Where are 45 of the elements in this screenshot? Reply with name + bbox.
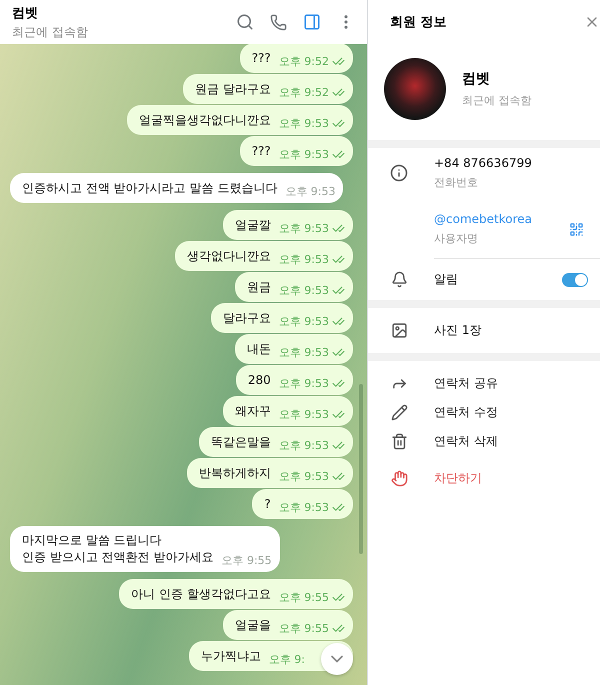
profile-status: 최근에 접속함 [462,93,532,108]
phone-label: 전화번호 [434,175,479,190]
outgoing-message: 반복하게하지 오후 9:53 [186,458,353,488]
action-item[interactable]: 연락처 공유 [434,375,498,392]
info-icon [390,164,408,182]
search-icon[interactable] [236,13,254,31]
outgoing-message: 얼굴을 오후 9:55 [222,610,353,640]
profile-name: 컴벳 [462,70,491,88]
chat-status: 최근에 접속함 [12,24,89,40]
action-item[interactable]: 연락처 수정 [434,404,498,421]
incoming-message: 인증하시고 전액 받아가시라고 말씀 드렸습니다 오후 9:53 [10,173,344,203]
outgoing-message: 내돈 오후 9:53 [234,334,353,364]
bell-icon [390,271,408,288]
outgoing-message: 280 오후 9:53 [236,365,353,395]
scroll-down-button[interactable] [321,643,353,675]
action-item[interactable]: 연락처 삭제 [434,433,498,450]
notifications-toggle[interactable] [562,272,588,286]
pencil-icon [390,404,408,421]
username-label: 사용자명 [434,231,479,246]
outgoing-message: 얼굴깔 오후 9:53 [222,210,353,240]
outgoing-message: ??? 오후 9:53 [240,136,353,166]
incoming-message: 마지막으로 말씀 드립니다 인증 받으시고 전액환전 받아가세요 오후 9:55 [10,526,280,572]
outgoing-message: 아니 인증 할생각없다고요 오후 9:55 [119,579,353,609]
outgoing-message: 원금 오후 9:53 [234,272,353,302]
qr-code-icon[interactable] [569,222,584,236]
phone-number: +84 876636799 [434,156,533,170]
side-panel-icon[interactable] [303,13,321,31]
chat-title: 컴벳 [12,4,39,22]
outgoing-message: 달라구요 오후 9:53 [210,303,353,333]
panel-title: 회원 정보 [390,14,447,31]
hand-icon [390,470,408,487]
outgoing-message: 얼굴찍을생각없다니깐요 오후 9:53 [126,105,353,135]
phone-icon[interactable] [270,14,287,30]
action-item[interactable]: 차단하기 [434,470,482,487]
photos-link[interactable]: 사진 1장 [434,322,482,339]
outgoing-message: 똑같은말을 오후 9:53 [198,427,353,457]
notifications-label: 알림 [434,271,459,288]
outgoing-message: ??? 오후 9:52 [240,44,353,73]
outgoing-message: 생각없다니깐요 오후 9:53 [174,241,353,271]
scrollbar[interactable] [359,384,363,554]
image-icon [390,322,408,339]
trash-icon [390,433,408,450]
outgoing-message: 왜자꾸 오후 9:53 [222,396,353,426]
outgoing-message: ? 오후 9:53 [252,489,353,519]
outgoing-message: 원금 달라구요 오후 9:52 [182,74,353,104]
